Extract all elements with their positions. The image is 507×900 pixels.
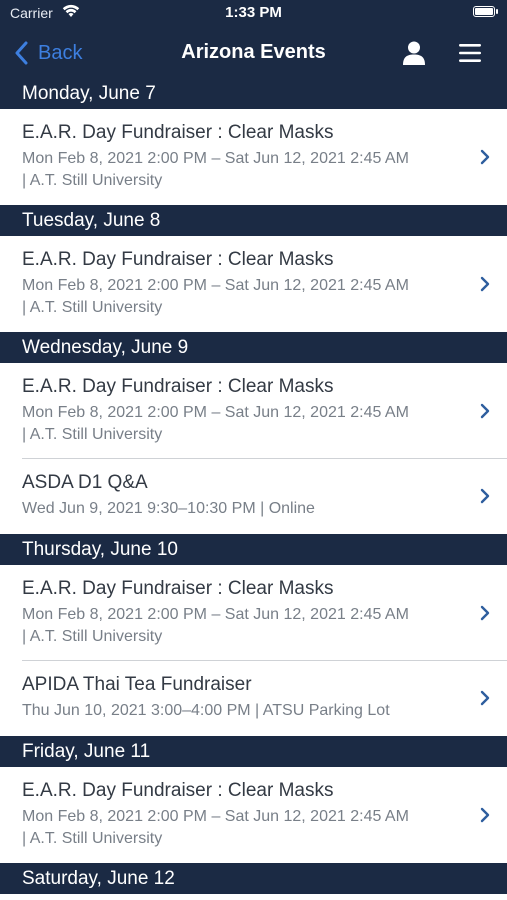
- event-location: | A.T. Still University: [22, 628, 163, 645]
- event-row[interactable]: E.A.R. Day Fundraiser : Clear Masks Mon F…: [0, 109, 507, 205]
- event-name: E.A.R. Day Fundraiser : Clear Masks: [22, 249, 334, 270]
- event-location: | A.T. Still University: [22, 830, 163, 847]
- event-location: | A.T. Still University: [22, 172, 163, 189]
- menu-icon[interactable]: [458, 42, 482, 64]
- navigation-bar: Back Arizona Events: [0, 28, 507, 78]
- event-row[interactable]: APIDA Thai Tea Fundraiser Thu Jun 10, 202…: [0, 661, 507, 736]
- event-location: | A.T. Still University: [22, 299, 163, 316]
- event-name: APIDA Thai Tea Fundraiser: [22, 674, 252, 695]
- battery-icon: [473, 6, 498, 17]
- event-row[interactable]: E.A.R. Day Fundraiser : Clear Masks Mon F…: [0, 363, 507, 459]
- day-header: Thursday, June 10: [0, 534, 507, 565]
- event-datetime: Thu Jun 10, 2021 3:00–4:00 PM | ATSU Par…: [22, 702, 390, 719]
- status-bar: Carrier 1:33 PM: [0, 0, 507, 28]
- status-time: 1:33 PM: [225, 4, 282, 21]
- day-header: Wednesday, June 9: [0, 332, 507, 363]
- chevron-right-icon: [480, 276, 490, 292]
- event-datetime: Wed Jun 9, 2021 9:30–10:30 PM | Online: [22, 500, 315, 517]
- chevron-right-icon: [480, 807, 490, 823]
- event-row[interactable]: E.A.R. Day Fundraiser : Clear Masks Mon F…: [0, 565, 507, 661]
- page-title: Arizona Events: [181, 41, 326, 63]
- chevron-right-icon: [480, 403, 490, 419]
- events-list: Monday, June 7 E.A.R. Day Fundraiser : Cl…: [0, 78, 507, 894]
- event-row[interactable]: E.A.R. Day Fundraiser : Clear Masks Mon F…: [0, 236, 507, 332]
- event-name: E.A.R. Day Fundraiser : Clear Masks: [22, 578, 334, 599]
- day-header: Monday, June 7: [0, 78, 507, 109]
- user-icon[interactable]: [402, 40, 426, 66]
- day-header: Tuesday, June 8: [0, 205, 507, 236]
- event-location: | A.T. Still University: [22, 426, 163, 443]
- event-row[interactable]: E.A.R. Day Fundraiser : Clear Masks Mon F…: [0, 767, 507, 863]
- event-name: E.A.R. Day Fundraiser : Clear Masks: [22, 780, 334, 801]
- event-datetime: Mon Feb 8, 2021 2:00 PM – Sat Jun 12, 20…: [22, 404, 409, 421]
- event-row[interactable]: ASDA D1 Q&A Wed Jun 9, 2021 9:30–10:30 PM…: [0, 459, 507, 534]
- chevron-right-icon: [480, 605, 490, 621]
- chevron-right-icon: [480, 149, 490, 165]
- event-name: E.A.R. Day Fundraiser : Clear Masks: [22, 122, 334, 143]
- event-datetime: Mon Feb 8, 2021 2:00 PM – Sat Jun 12, 20…: [22, 277, 409, 294]
- event-datetime: Mon Feb 8, 2021 2:00 PM – Sat Jun 12, 20…: [22, 808, 409, 825]
- chevron-right-icon: [480, 690, 490, 706]
- event-datetime: Mon Feb 8, 2021 2:00 PM – Sat Jun 12, 20…: [22, 606, 409, 623]
- chevron-right-icon: [480, 488, 490, 504]
- event-datetime: Mon Feb 8, 2021 2:00 PM – Sat Jun 12, 20…: [22, 150, 409, 167]
- event-name: ASDA D1 Q&A: [22, 472, 148, 493]
- event-name: E.A.R. Day Fundraiser : Clear Masks: [22, 376, 334, 397]
- day-header: Saturday, June 12: [0, 863, 507, 894]
- day-header: Friday, June 11: [0, 736, 507, 767]
